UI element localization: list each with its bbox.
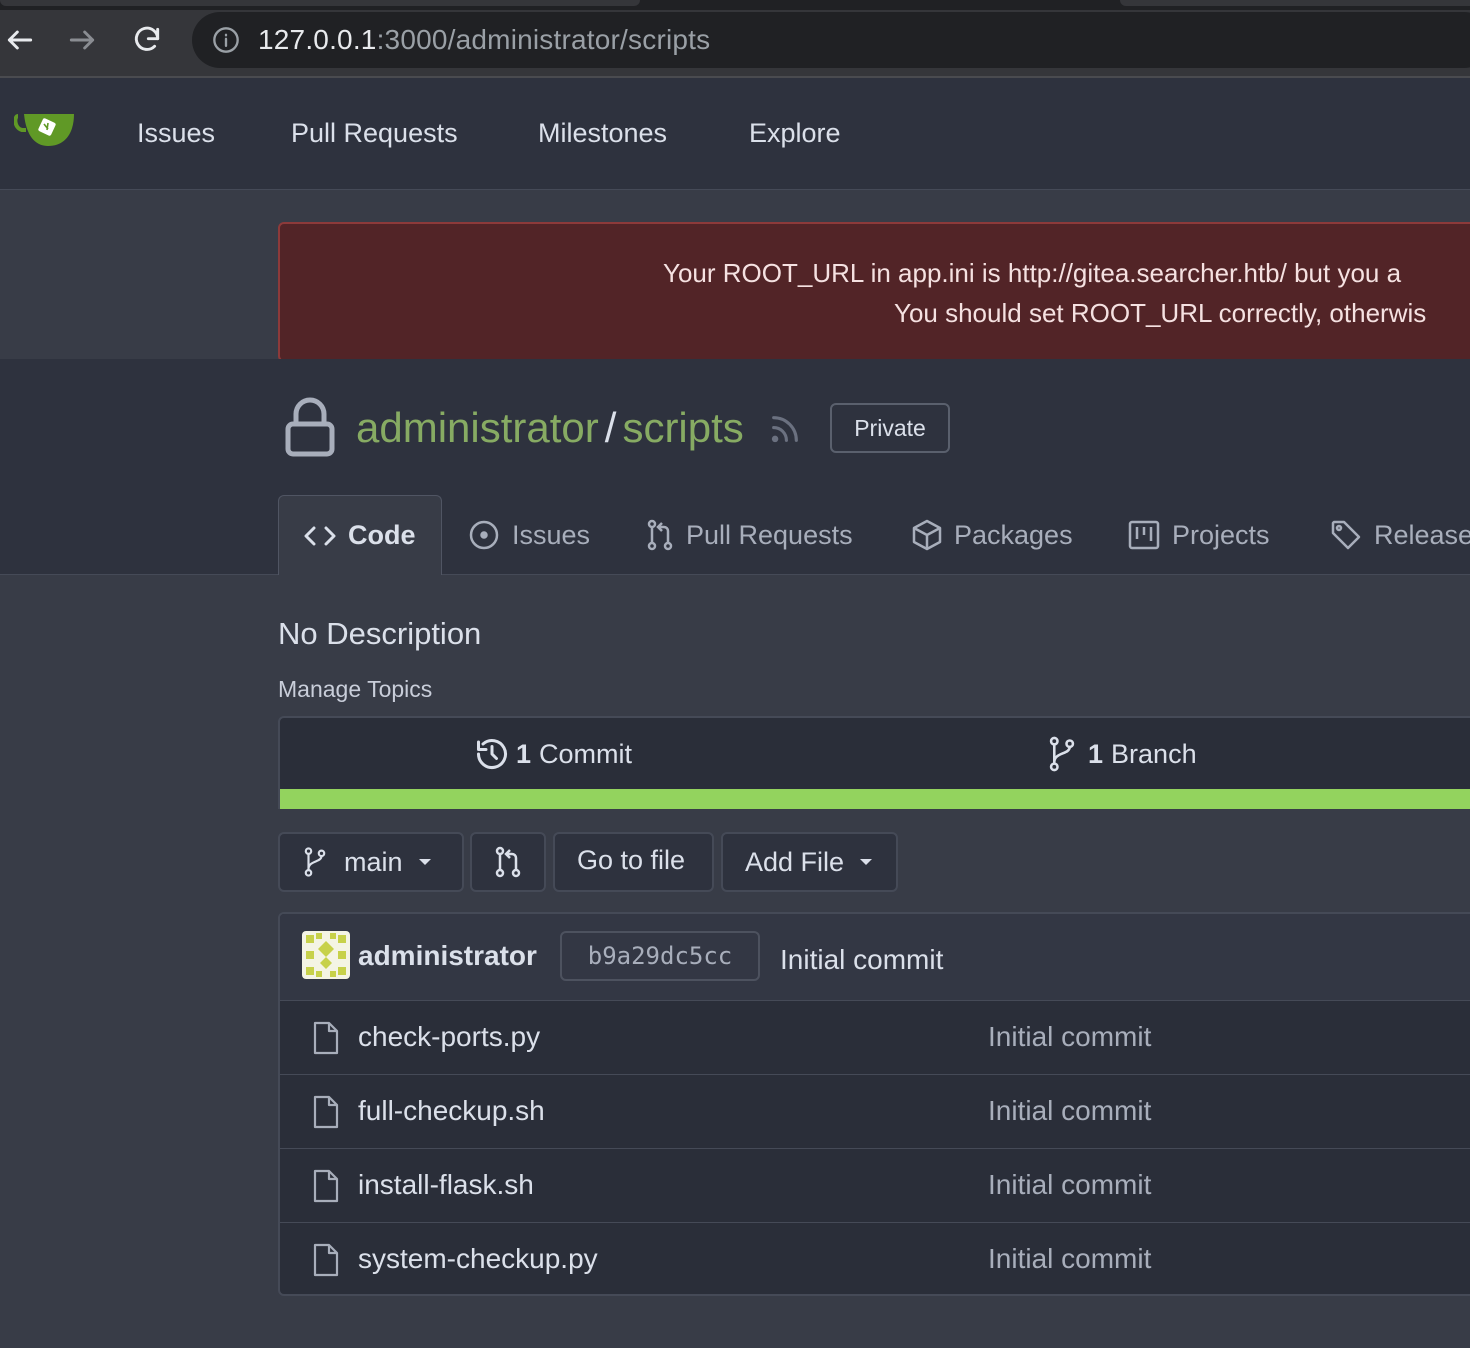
tab-releases[interactable]: Release [1330, 495, 1470, 575]
issue-icon [469, 520, 499, 550]
pull-request-icon [647, 519, 673, 551]
tab-packages[interactable]: Packages [912, 495, 1073, 575]
language-bar[interactable] [280, 789, 1470, 809]
table-row[interactable]: install-flask.sh Initial commit [280, 1149, 1470, 1223]
package-icon [912, 519, 942, 551]
tag-icon [1331, 520, 1361, 550]
back-arrow-icon[interactable] [0, 20, 40, 60]
nav-pull-requests[interactable]: Pull Requests [291, 118, 458, 149]
reload-icon[interactable] [127, 20, 167, 60]
repo-title: administrator / scripts [356, 404, 744, 452]
file-icon [312, 1095, 340, 1134]
commits-label: Commit [539, 738, 633, 769]
compare-icon [495, 846, 521, 878]
file-name[interactable]: full-checkup.sh [358, 1095, 545, 1127]
tab-projects-label: Projects [1172, 519, 1270, 550]
table-row[interactable]: check-ports.py Initial commit [280, 1001, 1470, 1075]
nav-explore[interactable]: Explore [749, 118, 841, 149]
repo-description: No Description [278, 616, 482, 651]
chevron-down-icon [418, 859, 431, 865]
url-text[interactable]: 127.0.0.1:3000/administrator/scripts [258, 24, 710, 56]
file-commit-message[interactable]: Initial commit [988, 1243, 1151, 1275]
forward-arrow-icon[interactable] [62, 20, 102, 60]
tab-pull-requests-label: Pull Requests [686, 519, 853, 550]
compare-button[interactable] [470, 832, 546, 892]
nav-issues[interactable]: Issues [137, 118, 215, 149]
repo-name-link[interactable]: scripts [622, 404, 743, 451]
branch-icon [1049, 736, 1075, 772]
file-name[interactable]: install-flask.sh [358, 1169, 534, 1201]
file-icon [312, 1243, 340, 1282]
repo-owner-link[interactable]: administrator [356, 404, 599, 451]
tab-issues[interactable]: Issues [468, 495, 590, 575]
browser-toolbar: 127.0.0.1:3000/administrator/scripts [0, 0, 1470, 78]
file-commit-message[interactable]: Initial commit [988, 1169, 1151, 1201]
avatar[interactable] [302, 931, 350, 979]
latest-commit-row: administrator b9a29dc5cc Initial commit [280, 914, 1470, 1001]
go-to-file-button[interactable]: Go to file [553, 832, 714, 892]
add-file-label: Add File [745, 846, 845, 877]
code-icon [304, 526, 336, 545]
tab-pull-requests[interactable]: Pull Requests [646, 495, 853, 575]
commit-author[interactable]: administrator [358, 940, 537, 972]
file-name[interactable]: check-ports.py [358, 1021, 540, 1053]
warning-line-1: Your ROOT_URL in app.ini is http://gitea… [663, 258, 1402, 288]
tab-code[interactable]: Code [278, 495, 442, 575]
tab-releases-label: Release [1374, 519, 1470, 550]
branch-selector-button[interactable]: main [278, 832, 464, 892]
commit-sha[interactable]: b9a29dc5cc [560, 931, 760, 981]
commits-stat[interactable]: 1 Commit [474, 736, 632, 772]
gitea-logo-icon[interactable] [13, 108, 76, 157]
commit-message[interactable]: Initial commit [780, 944, 943, 976]
branches-count: 1 [1088, 738, 1104, 769]
file-table: administrator b9a29dc5cc Initial commit … [278, 912, 1470, 1296]
add-file-button[interactable]: Add File [721, 832, 898, 892]
history-icon [477, 739, 507, 770]
commits-count: 1 [516, 738, 532, 769]
table-row[interactable]: system-checkup.py Initial commit [280, 1223, 1470, 1294]
branches-stat[interactable]: 1 Branch [1046, 736, 1197, 772]
tab-packages-label: Packages [954, 519, 1073, 550]
browser-tab[interactable] [1120, 0, 1470, 6]
branches-label: Branch [1111, 738, 1197, 769]
address-bar[interactable]: 127.0.0.1:3000/administrator/scripts [192, 12, 1470, 68]
warning-line-2: You should set ROOT_URL correctly, other… [894, 298, 1427, 328]
tab-code-label: Code [348, 520, 416, 550]
tab-projects[interactable]: Projects [1128, 495, 1270, 575]
file-icon [312, 1169, 340, 1208]
root-url-warning: Your ROOT_URL in app.ini is http://gitea… [278, 222, 1470, 362]
browser-tab[interactable] [0, 0, 640, 6]
lock-icon [284, 396, 336, 463]
tab-issues-label: Issues [512, 519, 591, 550]
manage-topics-link[interactable]: Manage Topics [278, 676, 432, 703]
branch-icon [304, 847, 326, 877]
file-commit-message[interactable]: Initial commit [988, 1021, 1151, 1053]
site-info-icon[interactable] [212, 26, 240, 59]
branch-name: main [344, 846, 403, 877]
file-icon [312, 1021, 340, 1060]
rss-feed-icon[interactable] [768, 412, 802, 451]
file-name[interactable]: system-checkup.py [358, 1243, 598, 1275]
nav-milestones[interactable]: Milestones [538, 118, 667, 149]
file-commit-message[interactable]: Initial commit [988, 1095, 1151, 1127]
table-row[interactable]: full-checkup.sh Initial commit [280, 1075, 1470, 1149]
site-header: Issues Pull Requests Milestones Explore [0, 78, 1470, 190]
tab-strip [0, 0, 1470, 10]
private-badge: Private [830, 403, 950, 453]
chevron-down-icon [860, 859, 873, 865]
repo-separator: / [604, 404, 617, 451]
project-board-icon [1128, 520, 1160, 550]
